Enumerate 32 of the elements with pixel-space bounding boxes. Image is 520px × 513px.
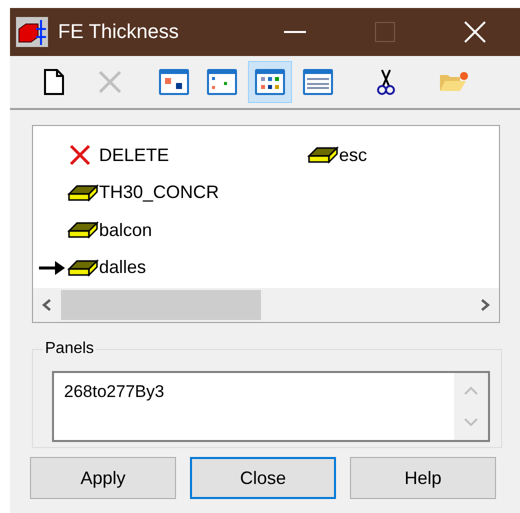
scroll-right-icon[interactable]	[479, 298, 491, 312]
close-icon	[464, 21, 486, 43]
minimize-icon	[284, 31, 306, 33]
delete-icon	[97, 69, 123, 95]
list-view-icon	[254, 68, 286, 96]
dialog-button[interactable]: Help	[350, 457, 496, 499]
dialog-button[interactable]: Apply	[30, 457, 176, 499]
list-item[interactable]: dalles	[99, 254, 146, 281]
panels-value: 268to277By3	[63, 381, 166, 403]
scrollbar-thumb[interactable]	[61, 290, 261, 320]
list-item[interactable]: esc	[339, 142, 368, 168]
list-item[interactable]: balcon	[99, 216, 152, 244]
slab-icon	[67, 182, 99, 204]
list-view-button[interactable]	[248, 61, 292, 103]
scroll-left-icon[interactable]	[41, 298, 53, 312]
dialog-button[interactable]: Close	[190, 457, 336, 499]
large-icons-view-icon	[158, 68, 190, 96]
details-view-icon	[302, 68, 334, 96]
new-document-icon	[43, 69, 65, 95]
list-item[interactable]: DELETE	[99, 142, 170, 168]
scissors-icon	[376, 68, 396, 96]
delete-cross-icon	[67, 143, 93, 167]
small-icons-view-icon	[206, 68, 238, 96]
panels-field[interactable]: 268to277By3	[52, 371, 490, 442]
slab-icon	[67, 256, 99, 278]
horizontal-scrollbar[interactable]	[33, 288, 499, 322]
maximize-icon	[375, 22, 395, 42]
window-title: FE Thickness	[58, 20, 179, 45]
slab-icon	[67, 219, 99, 241]
slab-icon	[307, 144, 339, 166]
app-icon	[16, 17, 48, 47]
list-item[interactable]: TH30_CONCR	[99, 179, 220, 206]
